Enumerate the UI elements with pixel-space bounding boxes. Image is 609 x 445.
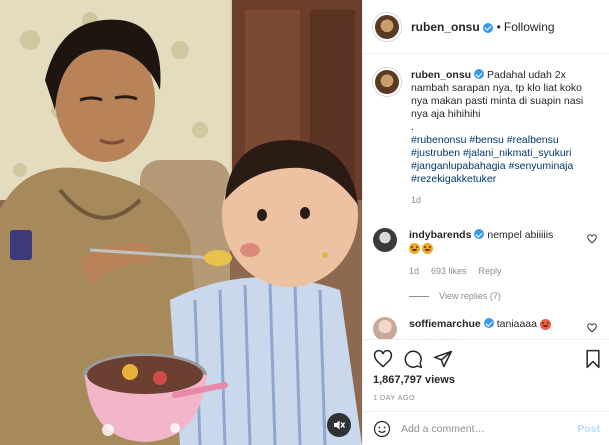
comment-icon[interactable]: [403, 349, 423, 369]
verified-icon: [474, 229, 485, 239]
commenter-avatar[interactable]: [373, 317, 397, 339]
smile-icon[interactable]: [373, 420, 391, 438]
view-replies-label: View replies (7): [439, 291, 501, 301]
smile-emoji-icon: [422, 242, 433, 254]
add-comment-bar: Post: [363, 411, 609, 445]
view-count[interactable]: 1,867,797 views: [373, 374, 455, 386]
heart-icon[interactable]: [587, 234, 597, 244]
comment-text: nempel abiiiiis: [487, 229, 554, 241]
comment-username[interactable]: indybarends: [409, 229, 471, 241]
post-video[interactable]: [0, 0, 362, 445]
reply-button[interactable]: Reply: [479, 265, 502, 278]
replies-divider: [409, 295, 429, 297]
smile-emoji-icon: [409, 242, 420, 254]
comment-item: indybarends nempel abiiiiis 1d 693 likes…: [373, 228, 603, 278]
comment-input[interactable]: [401, 422, 571, 435]
caption-username[interactable]: ruben_onsu: [411, 69, 471, 81]
commenter-avatar[interactable]: [373, 228, 397, 252]
comments-list[interactable]: ruben_onsu Padahal udah 2x nambah sarapa…: [363, 54, 609, 339]
heart-icon[interactable]: [373, 349, 393, 369]
author-username[interactable]: ruben_onsu: [411, 20, 480, 34]
post-side-panel: ruben_onsu • Following ruben_onsu Padaha…: [362, 0, 609, 445]
caption-avatar[interactable]: [373, 68, 401, 96]
caption-hashtags[interactable]: #rubenonsu #bensu #realbensu #justruben …: [411, 134, 601, 186]
share-icon[interactable]: [433, 349, 453, 369]
following-button[interactable]: Following: [504, 20, 555, 34]
mute-button[interactable]: [327, 413, 351, 437]
post-actions: 1,867,797 views 1 DAY AGO: [363, 339, 609, 411]
header-separator: •: [496, 19, 501, 34]
verified-icon: [474, 69, 485, 79]
post-time[interactable]: 1 DAY AGO: [373, 393, 415, 402]
comment-text: taniaaaa: [496, 318, 537, 330]
view-replies-button[interactable]: View replies (7): [409, 291, 501, 301]
heart-icon[interactable]: [587, 323, 597, 333]
comment-username[interactable]: soffiemarchue: [409, 318, 481, 330]
post-button[interactable]: Post: [577, 423, 600, 435]
bookmark-icon[interactable]: [583, 349, 603, 369]
comment-partial-text: ... ..... ........: [409, 331, 462, 339]
author-avatar[interactable]: [373, 12, 401, 41]
verified-icon: [483, 318, 494, 328]
post-header: ruben_onsu • Following: [363, 0, 609, 54]
comment-item: soffiemarchue taniaaaa ... ..... .......…: [373, 317, 603, 339]
comment-likes[interactable]: 693 likes: [431, 265, 467, 278]
comment-age[interactable]: 1d: [409, 265, 419, 278]
verified-icon: [482, 22, 493, 33]
mute-icon: [334, 420, 346, 430]
post-caption: ruben_onsu Padahal udah 2x nambah sarapa…: [373, 68, 603, 207]
caption-dot: .: [411, 121, 414, 133]
video-frame: [0, 0, 362, 445]
heart-eyes-emoji-icon: [539, 318, 551, 330]
caption-age[interactable]: 1d: [411, 194, 601, 207]
